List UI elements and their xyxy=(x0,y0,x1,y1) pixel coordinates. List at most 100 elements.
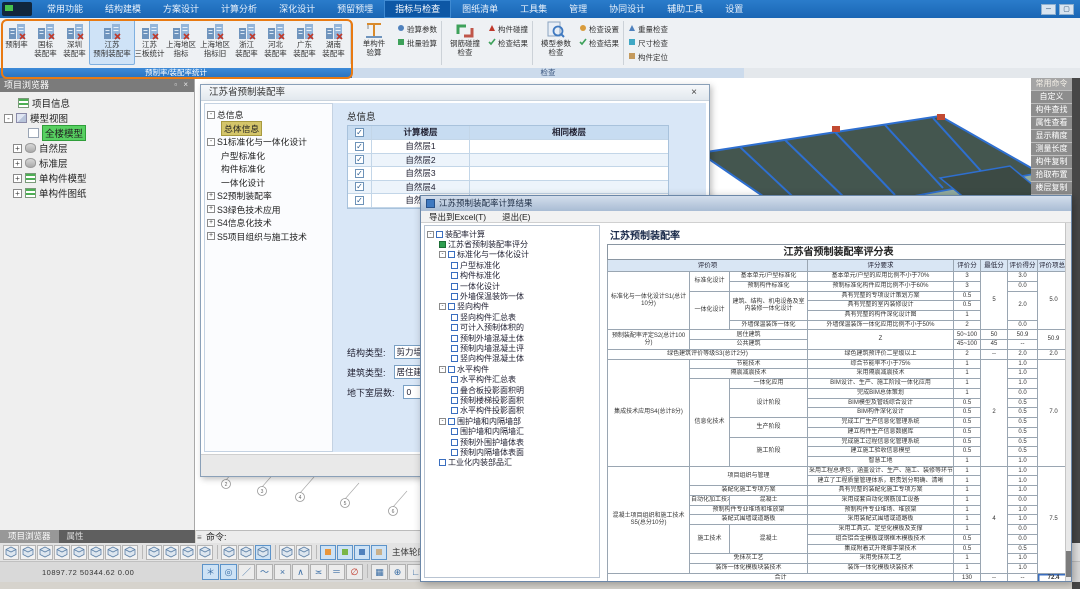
ribbon-small-button-0-1[interactable]: 批量验算 xyxy=(395,36,439,50)
project-tree-item-3[interactable]: +自然层 xyxy=(13,141,68,155)
project-tree-item-0[interactable]: 项目信息 xyxy=(18,96,70,110)
app-logo[interactable] xyxy=(2,2,32,16)
display-style-button-0[interactable] xyxy=(320,545,336,560)
tree-expander[interactable]: + xyxy=(207,192,215,200)
floor-checkbox[interactable]: ✓ xyxy=(355,169,364,178)
snap-button-5[interactable]: ∧ xyxy=(292,564,309,580)
tree-expander[interactable]: + xyxy=(13,144,22,153)
common-command-5[interactable]: 构件复制 xyxy=(1031,156,1072,168)
tree-expander[interactable]: + xyxy=(13,159,22,168)
results-tree-checkbox[interactable] xyxy=(448,418,455,425)
results-tree-checkbox[interactable] xyxy=(451,262,458,269)
snap-button-0[interactable]: ＊ xyxy=(202,564,219,580)
results-tree-checkbox[interactable] xyxy=(451,324,458,331)
results-tree-item-22[interactable]: 工业化内装部品汇 xyxy=(439,458,512,468)
results-tree-checkbox[interactable] xyxy=(451,387,458,394)
view-cube-button-2[interactable] xyxy=(37,545,53,560)
results-tree-item-8[interactable]: 竖向构件汇总表 xyxy=(451,312,516,322)
results-tree-checkbox[interactable] xyxy=(451,449,458,456)
results-tree-checkbox[interactable] xyxy=(451,439,458,446)
results-tree-checkbox[interactable] xyxy=(451,335,458,342)
dialog-tree-item-5[interactable]: 一体化设计 xyxy=(221,176,265,189)
results-tree-item-4[interactable]: 构件标准化 xyxy=(451,271,500,281)
grid-button-0[interactable]: ▦ xyxy=(371,564,388,580)
view-nav-button-2[interactable] xyxy=(180,545,196,560)
results-tree-checkbox[interactable] xyxy=(451,428,458,435)
dialog-tree-item-0[interactable]: -总信息 xyxy=(207,108,243,121)
results-tree-checkbox[interactable] xyxy=(448,251,455,258)
results-tree-item-17[interactable]: 水平构件投影面积 xyxy=(451,406,524,416)
results-tree-checkbox[interactable] xyxy=(451,314,458,321)
dialog-tree-item-1[interactable]: 总体信息 xyxy=(221,122,262,135)
view-mode-button-2[interactable] xyxy=(255,545,271,560)
results-tree-item-2[interactable]: -标准化与一体化设计 xyxy=(439,250,529,260)
common-command-7[interactable]: 楼层复制 xyxy=(1031,182,1072,194)
project-tree-item-6[interactable]: +单构件图纸 xyxy=(13,186,87,200)
ribbon-small-button-2-0[interactable]: 检查设置 xyxy=(577,22,621,36)
common-command-2[interactable]: 属性查看 xyxy=(1031,117,1072,129)
tree-expander[interactable]: - xyxy=(4,114,13,123)
dialog-tree-item-4[interactable]: 构件标准化 xyxy=(221,162,265,175)
menu-tab-4[interactable]: 深化设计 xyxy=(268,0,326,18)
ribbon-small-button-1-0[interactable]: 构件碰撞 xyxy=(486,22,530,36)
results-tree-item-6[interactable]: 外墙保温装饰一体 xyxy=(451,291,524,301)
project-tree-item-1[interactable]: -模型视图 xyxy=(4,111,68,125)
menu-tab-1[interactable]: 结构建模 xyxy=(94,0,152,18)
results-tree-checkbox[interactable] xyxy=(448,303,455,310)
ribbon-big-button-2[interactable]: 模型参数检查 xyxy=(535,19,577,65)
results-tree-item-21[interactable]: 预制内隔墙体表面 xyxy=(451,447,524,457)
view-cube-button-5[interactable] xyxy=(88,545,104,560)
ribbon-assembly-button-7[interactable]: 浙江装配率 xyxy=(232,19,261,65)
results-tree-checkbox[interactable] xyxy=(451,376,458,383)
tree-expander[interactable]: - xyxy=(439,418,446,425)
dialog-tree-item-3[interactable]: 户型标准化 xyxy=(221,149,265,162)
view-nav-button-3[interactable] xyxy=(197,545,213,560)
ribbon-assembly-button-0[interactable]: 预制率 xyxy=(2,19,31,65)
results-tree-checkbox[interactable] xyxy=(451,407,458,414)
results-tree-checkbox[interactable] xyxy=(451,272,458,279)
grid-button-1[interactable]: ⊕ xyxy=(389,564,406,580)
snap-button-4[interactable]: × xyxy=(274,564,291,580)
view-extra-button-1[interactable] xyxy=(296,545,312,560)
tree-expander[interactable]: - xyxy=(207,111,215,119)
menu-tab-10[interactable]: 协同设计 xyxy=(598,0,656,18)
ribbon-stack-button-0[interactable]: 重量检查 xyxy=(626,22,670,36)
results-tree-item-3[interactable]: 户型标准化 xyxy=(451,260,500,270)
results-tree-item-9[interactable]: 可计入预制体积的 xyxy=(451,323,524,333)
ribbon-assembly-button-8[interactable]: 河北装配率 xyxy=(261,19,290,65)
results-scrollbar[interactable] xyxy=(1065,223,1071,581)
results-tree-checkbox[interactable] xyxy=(436,231,443,238)
ribbon-small-button-1-1[interactable]: 检查结果 xyxy=(486,36,530,50)
results-tree-checkbox[interactable] xyxy=(439,459,446,466)
ribbon-stack-button-2[interactable]: 构件定位 xyxy=(626,50,670,64)
results-tree-item-7[interactable]: -竖向构件 xyxy=(439,302,489,312)
ribbon-assembly-button-6[interactable]: 上海地区指标旧 xyxy=(198,19,232,65)
menu-tab-6[interactable]: 指标与检查 xyxy=(384,0,451,18)
results-tree-item-5[interactable]: 一体化设计 xyxy=(451,281,500,291)
floor-checkbox[interactable]: ✓ xyxy=(355,142,364,151)
snap-button-2[interactable]: ／ xyxy=(238,564,255,580)
project-tree-item-5[interactable]: +单构件模型 xyxy=(13,171,87,185)
ribbon-assembly-button-10[interactable]: 湖南装配率 xyxy=(319,19,348,65)
ribbon-big-button-0[interactable]: 单构件验算 xyxy=(353,19,395,65)
results-tree-item-20[interactable]: 预制外围护墙体表 xyxy=(451,437,524,447)
common-command-1[interactable]: 构件查找 xyxy=(1031,104,1072,116)
minimize-button[interactable]: ─ xyxy=(1041,4,1056,15)
results-tree-item-10[interactable]: 预制外墙混凝土体 xyxy=(451,333,524,343)
menu-tab-3[interactable]: 计算分析 xyxy=(210,0,268,18)
snap-button-1[interactable]: ◎ xyxy=(220,564,237,580)
bottom-tab-1[interactable]: 属性 xyxy=(59,530,92,543)
tree-expander[interactable]: - xyxy=(207,138,215,146)
results-tree-item-1[interactable]: 江苏省预制装配率评分 xyxy=(439,239,528,249)
results-tree-checkbox[interactable] xyxy=(451,397,458,404)
snap-button-3[interactable]: ～ xyxy=(256,564,273,580)
ribbon-assembly-button-9[interactable]: 广东装配率 xyxy=(290,19,319,65)
results-menu-item-0[interactable]: 导出到Excel(T) xyxy=(421,211,494,222)
ribbon-big-button-1[interactable]: 钢筋碰撞检查 xyxy=(444,19,486,65)
ribbon-small-button-2-1[interactable]: 检查结果 xyxy=(577,36,621,50)
panel-pin-close-icons[interactable]: ▫ × xyxy=(174,78,190,92)
ribbon-assembly-button-1[interactable]: 国标装配率 xyxy=(31,19,60,65)
results-tree-item-11[interactable]: 预制内墙混凝土评 xyxy=(451,343,524,353)
tree-expander[interactable]: + xyxy=(13,174,22,183)
results-tree-checkbox[interactable] xyxy=(448,366,455,373)
